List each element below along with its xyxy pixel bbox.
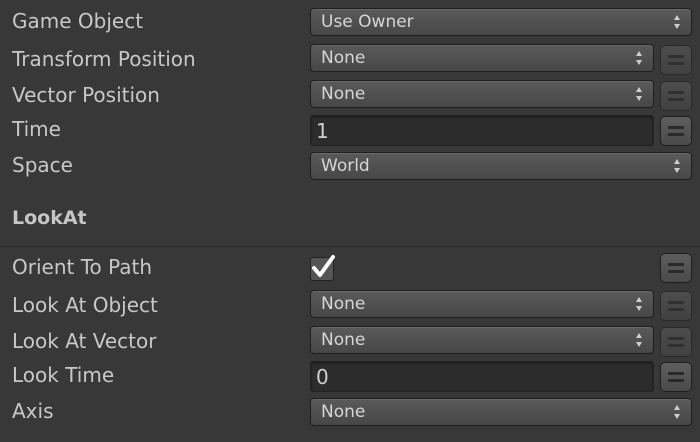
look-at-vector-dropdown[interactable]: None [310,326,654,354]
look-at-vector-value: None [321,330,366,350]
vector-position-dropdown[interactable]: None [310,80,654,108]
transform-position-label: Transform Position [12,47,196,71]
transform-position-value: None [321,48,366,68]
transform-position-dropdown[interactable]: None [310,44,654,72]
game-object-label: Game Object [12,9,144,33]
up-down-arrows-icon [674,15,680,29]
up-down-arrows-icon [636,51,642,65]
transform-position-variable-button[interactable] [660,45,692,75]
vector-position-value: None [321,84,366,104]
look-time-value: 0 [316,365,329,389]
time-input[interactable]: 1 [310,115,654,146]
look-at-object-label: Look At Object [12,293,158,317]
game-object-dropdown[interactable]: Use Owner [310,8,692,36]
look-at-object-variable-button[interactable] [660,291,692,321]
up-down-arrows-icon [636,333,642,347]
up-down-arrows-icon [674,159,680,173]
vector-position-label: Vector Position [12,83,160,107]
look-at-object-dropdown[interactable]: None [310,290,654,318]
section-divider [0,246,700,247]
time-value: 1 [316,119,329,143]
time-variable-button[interactable] [660,116,692,146]
space-label: Space [12,153,73,177]
look-time-input[interactable]: 0 [310,361,654,392]
space-dropdown[interactable]: World [310,152,692,180]
up-down-arrows-icon [636,297,642,311]
axis-value: None [321,402,366,422]
lookat-section-title: LookAt [12,207,87,229]
space-value: World [321,156,370,176]
orient-to-path-checkbox[interactable] [310,255,335,281]
axis-label: Axis [12,399,54,423]
vector-position-variable-button[interactable] [660,81,692,111]
up-down-arrows-icon [674,405,680,419]
look-time-variable-button[interactable] [660,362,692,392]
look-at-vector-variable-button[interactable] [660,327,692,357]
axis-dropdown[interactable]: None [310,398,692,426]
up-down-arrows-icon [636,87,642,101]
orient-to-path-variable-button[interactable] [660,253,692,283]
game-object-value: Use Owner [321,12,414,32]
orient-to-path-label: Orient To Path [12,255,153,279]
time-label: Time [12,117,61,141]
look-time-label: Look Time [12,363,115,387]
look-at-object-value: None [321,294,366,314]
look-at-vector-label: Look At Vector [12,329,157,353]
checkmark-icon [312,255,335,277]
